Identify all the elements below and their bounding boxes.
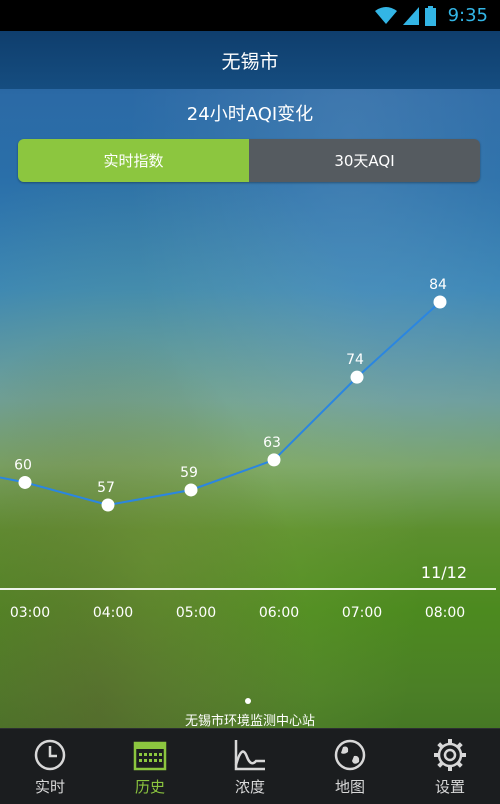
- tab-history[interactable]: 历史: [100, 729, 200, 804]
- aqi-line-chart: 60 03:00 57 04:00 59 05:00 63 06:00 74 07:00 84 08:…: [0, 277, 465, 621]
- tab-realtime-label: 实时: [34, 777, 65, 796]
- x-axis-tick-label: 05:00: [176, 605, 216, 621]
- clock-icon: [34, 739, 66, 770]
- aqi-data-point: [101, 498, 115, 512]
- aqi-data-point: [433, 295, 447, 309]
- aqi-data-point: [184, 483, 198, 497]
- aqi-data-point: [267, 453, 281, 467]
- x-axis-tick-label: 04:00: [93, 605, 133, 621]
- aqi-data-label: 59: [180, 465, 198, 481]
- tab-history-label: 历史: [134, 777, 165, 796]
- aqi-data-label: 60: [14, 457, 32, 473]
- station-name: 无锡市环境监测中心站: [184, 714, 315, 729]
- aqi-data-label: 57: [97, 480, 115, 496]
- bottom-tab-bar: 实时 历史 浓度 地图 设置: [0, 728, 500, 804]
- tab-concentration-label: 浓度: [234, 777, 265, 796]
- x-axis-tick-label: 06:00: [259, 605, 299, 621]
- tab-concentration[interactable]: 浓度: [200, 729, 300, 804]
- tab-map[interactable]: 地图: [300, 729, 400, 804]
- concentration-chart-icon: [234, 739, 265, 770]
- x-axis-tick-label: 07:00: [342, 605, 382, 621]
- x-axis-tick-label: 08:00: [425, 605, 465, 621]
- calendar-icon: [133, 741, 167, 770]
- tab-settings-label: 设置: [434, 777, 465, 796]
- aqi-data-label: 84: [429, 277, 447, 293]
- aqi-series-line: [0, 301, 441, 507]
- tab-realtime[interactable]: 实时: [0, 729, 100, 804]
- chart-date-label: 11/12: [420, 563, 467, 582]
- aqi-data-point: [18, 475, 32, 489]
- tab-map-label: 地图: [334, 777, 365, 796]
- chart-baseline: [0, 588, 496, 590]
- aqi-data-point: [350, 370, 364, 384]
- gear-icon: [434, 738, 466, 771]
- tab-settings[interactable]: 设置: [400, 729, 500, 804]
- aqi-data-label: 63: [263, 435, 281, 451]
- aqi-data-label: 74: [346, 352, 364, 368]
- page-indicator-dot[interactable]: [245, 698, 251, 704]
- map-globe-icon: [334, 739, 366, 770]
- x-axis-tick-label: 03:00: [10, 605, 50, 621]
